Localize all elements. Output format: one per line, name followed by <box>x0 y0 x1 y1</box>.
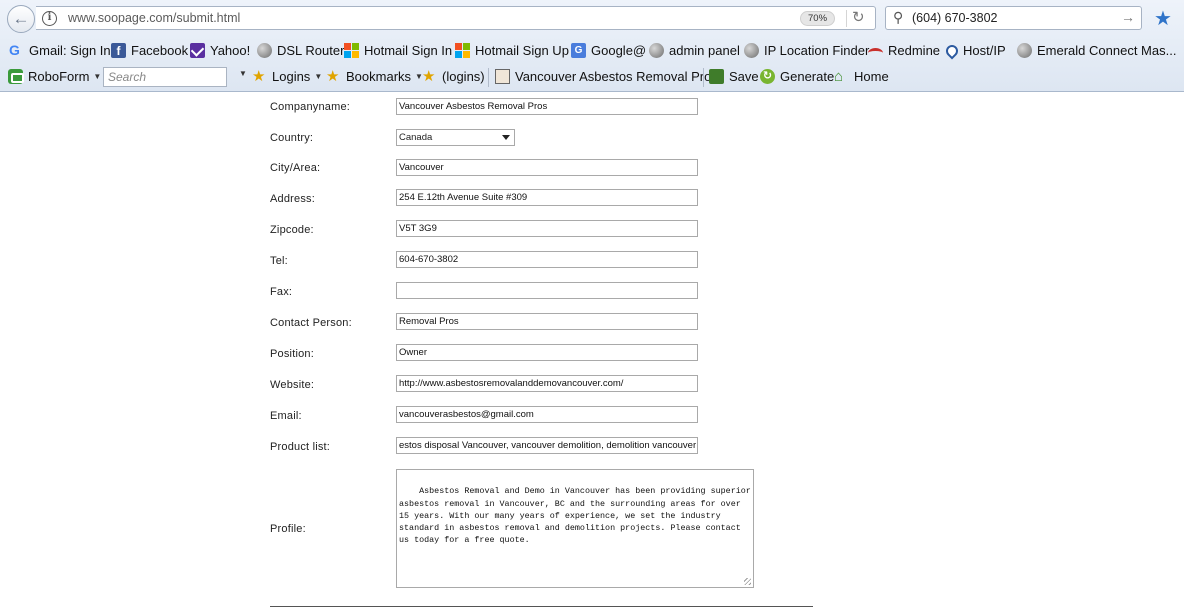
facebook-icon: f <box>111 43 126 58</box>
generate-button[interactable]: ↻ Generate <box>760 69 834 84</box>
globe-icon <box>649 43 664 58</box>
microsoft-icon <box>344 43 359 58</box>
email-field[interactable]: vancouverasbestos@gmail.com <box>396 406 698 423</box>
bookmark-redmine[interactable]: Redmine <box>868 43 940 58</box>
position-field[interactable]: Owner <box>396 344 698 361</box>
divider <box>703 68 704 87</box>
bookmark-emerald-connect[interactable]: Emerald Connect Mas... <box>1017 43 1176 58</box>
submit-form: Companyname: Vancouver Asbestos Removal … <box>0 92 1184 612</box>
home-icon: ⌂ <box>834 68 844 85</box>
zipcode-field[interactable]: V5T 3G9 <box>396 220 698 237</box>
globe-icon <box>257 43 272 58</box>
bookmark-facebook[interactable]: f Facebook <box>111 43 188 58</box>
bookmark-admin-panel[interactable]: admin panel <box>649 43 740 58</box>
star-icon: ★ <box>326 68 340 85</box>
redmine-icon <box>868 48 883 58</box>
location-pin-icon <box>943 42 961 59</box>
bookmarks-menu[interactable]: ★ Bookmarks ▼ <box>326 69 423 84</box>
website-field[interactable]: http://www.asbestosremovalanddemovancouv… <box>396 375 698 392</box>
companyname-field[interactable]: Vancouver Asbestos Removal Pros <box>396 98 698 115</box>
fax-label: Fax: <box>270 286 293 298</box>
divider <box>846 10 847 27</box>
globe-icon <box>1017 43 1032 58</box>
companyname-label: Companyname: <box>270 101 351 113</box>
google-icon: G <box>9 42 20 58</box>
bookmark-hotmail-sign-in[interactable]: Hotmail Sign In <box>344 43 452 58</box>
save-button[interactable]: Save <box>709 69 759 84</box>
bookmark-ip-location-finder[interactable]: IP Location Finder <box>744 43 869 58</box>
info-icon[interactable]: i <box>42 11 57 26</box>
website-label: Website: <box>270 379 315 391</box>
contact-person-field[interactable]: Removal Pros <box>396 313 698 330</box>
product-list-label: Product list: <box>270 441 331 453</box>
contact-person-label: Contact Person: <box>270 317 352 329</box>
roboform-toolbar: RoboForm ▼ Search ▼ ★ Logins ▼ ★ Bookmarks ▼ … <box>0 64 1184 91</box>
url-text[interactable]: www.soopage.com/submit.html <box>68 11 240 25</box>
logins-shortcut[interactable]: ★ (logins) <box>422 69 485 84</box>
bookmark-hotmail-sign-up[interactable]: Hotmail Sign Up <box>455 43 569 58</box>
tel-field[interactable]: 604-670-3802 <box>396 251 698 268</box>
city-area-field[interactable]: Vancouver <box>396 159 698 176</box>
divider <box>488 68 489 87</box>
bookmark-host-ip[interactable]: Host/IP <box>943 42 1006 59</box>
position-label: Position: <box>270 348 314 360</box>
profile-text: Asbestos Removal and Demo in Vancouver h… <box>399 486 751 546</box>
microsoft-icon <box>455 43 470 58</box>
profile-textarea[interactable]: Asbestos Removal and Demo in Vancouver h… <box>396 469 754 588</box>
address-label: Address: <box>270 193 316 205</box>
star-icon: ★ <box>252 68 266 85</box>
bookmark-yahoo[interactable]: Yahoo! <box>190 43 250 58</box>
back-arrow-icon: ← <box>12 9 30 28</box>
search-go-arrow-icon[interactable]: → <box>1121 9 1135 25</box>
browser-chrome: ← i www.soopage.com/submit.html 70% ↻ ⚲ … <box>0 0 1184 92</box>
zipcode-label: Zipcode: <box>270 224 314 236</box>
chevron-down-icon: ▼ <box>314 72 323 81</box>
reload-icon[interactable]: ↻ <box>852 8 865 26</box>
profile-label: Profile: <box>270 523 306 535</box>
page-login-item[interactable]: Vancouver Asbestos Removal Pros <box>495 69 718 84</box>
logins-menu[interactable]: ★ Logins ▼ <box>252 69 322 84</box>
back-button[interactable]: ← <box>7 5 35 33</box>
page-icon <box>495 69 510 84</box>
generate-icon: ↻ <box>760 69 775 84</box>
country-label: Country: <box>270 132 314 144</box>
search-dropdown[interactable]: ▼ <box>235 69 247 78</box>
roboform-menu[interactable]: RoboForm ▼ <box>8 69 101 84</box>
bookmark-gmail[interactable]: G Gmail: Sign In <box>9 42 111 59</box>
google-translate-icon: G <box>571 43 586 58</box>
chevron-down-icon: ▼ <box>93 72 102 81</box>
home-button[interactable]: ⌂ Home <box>834 69 889 84</box>
search-input[interactable]: (604) 670-3802 <box>912 11 997 25</box>
country-selected-value: Canada <box>399 132 433 143</box>
star-icon: ★ <box>422 68 436 85</box>
roboform-icon <box>8 69 24 84</box>
bookmark-dsl-router[interactable]: DSL Router <box>257 43 344 58</box>
fax-field[interactable] <box>396 282 698 299</box>
search-icon: ⚲ <box>893 9 904 25</box>
country-select[interactable]: Canada <box>396 129 515 146</box>
tel-label: Tel: <box>270 255 288 267</box>
roboform-search-input[interactable]: Search <box>103 67 227 87</box>
chevron-down-icon <box>502 135 510 140</box>
product-list-field[interactable]: estos disposal Vancouver, vancouver demo… <box>396 437 698 454</box>
bookmarks-toolbar: G Gmail: Sign In f Facebook Yahoo! DSL Rou… <box>0 39 1184 64</box>
address-bar[interactable]: i www.soopage.com/submit.html 70% ↻ <box>36 6 876 30</box>
divider <box>270 606 813 607</box>
email-label: Email: <box>270 410 302 422</box>
zoom-indicator[interactable]: 70% <box>800 11 836 26</box>
globe-icon <box>744 43 759 58</box>
save-icon <box>709 69 724 84</box>
search-bar[interactable]: ⚲ (604) 670-3802 → <box>885 6 1142 30</box>
chevron-down-icon: ▼ <box>239 69 247 78</box>
yahoo-mail-icon <box>190 43 205 58</box>
navigation-bar: ← i www.soopage.com/submit.html 70% ↻ ⚲ … <box>0 0 1184 38</box>
bookmark-star-icon[interactable]: ★ <box>1154 6 1172 31</box>
resize-grip-icon[interactable] <box>744 578 751 585</box>
address-field[interactable]: 254 E.12th Avenue Suite #309 <box>396 189 698 206</box>
city-area-label: City/Area: <box>270 162 321 174</box>
bookmark-google-translate[interactable]: G Google@ <box>571 43 646 58</box>
